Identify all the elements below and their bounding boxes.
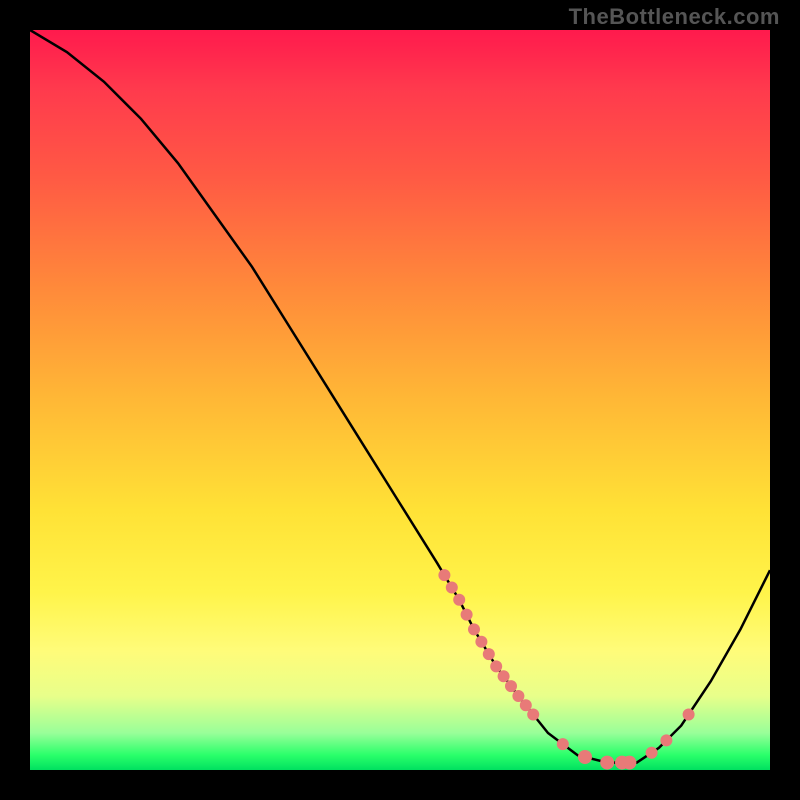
data-point	[498, 670, 510, 682]
chart-container: TheBottleneck.com	[0, 0, 800, 800]
data-point	[527, 709, 539, 721]
data-point	[600, 756, 614, 770]
data-point	[622, 756, 636, 770]
plot-area	[30, 30, 770, 770]
data-point	[505, 680, 517, 692]
data-point	[453, 594, 465, 606]
data-point	[483, 648, 495, 660]
watermark-text: TheBottleneck.com	[569, 4, 780, 30]
data-point	[683, 709, 695, 721]
data-point	[660, 734, 672, 746]
data-point	[578, 750, 592, 764]
data-point	[490, 660, 502, 672]
data-point	[438, 569, 450, 581]
data-point	[646, 747, 658, 759]
chart-svg	[30, 30, 770, 770]
data-point	[446, 582, 458, 594]
data-point	[512, 690, 524, 702]
bottleneck-curve	[30, 30, 770, 763]
data-point	[461, 609, 473, 621]
data-point	[468, 623, 480, 635]
data-point	[557, 738, 569, 750]
data-point	[475, 636, 487, 648]
